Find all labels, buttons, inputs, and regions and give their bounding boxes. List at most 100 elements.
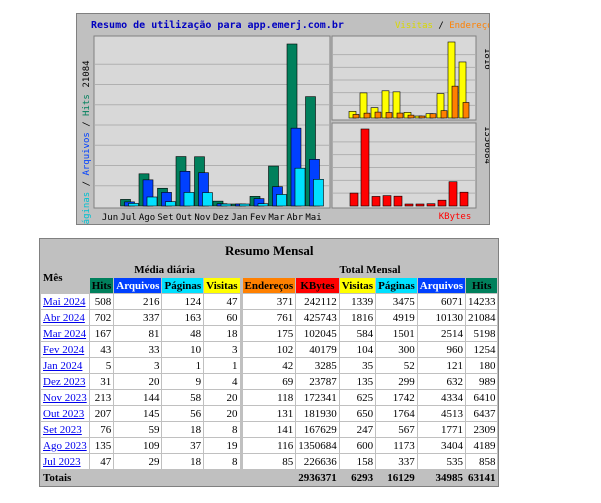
table-row: Nov 2023 213 144 58 20 118 172341 625 1742 4334 64… xyxy=(41,390,498,405)
y-axis-hits: Hits xyxy=(82,94,92,116)
column-gap xyxy=(240,310,242,325)
daily-pages-cell: 37 xyxy=(162,438,204,453)
header-total-kbytes: KBytes xyxy=(296,278,339,293)
total-files-cell: 2514 xyxy=(417,326,465,341)
addresses-bar xyxy=(440,110,448,119)
table-row: Mai 2024 508 216 124 47 371 242112 1339 3475 6071… xyxy=(41,294,498,309)
totals-label: Totais xyxy=(41,470,89,485)
column-gap xyxy=(240,294,242,309)
month-link[interactable]: Jul 2023 xyxy=(43,456,81,468)
month-link[interactable]: Mar 2024 xyxy=(43,328,86,340)
daily-files-cell: 109 xyxy=(114,438,162,453)
total-addresses-cell: 175 xyxy=(242,326,296,341)
month-link[interactable]: Mai 2024 xyxy=(43,296,85,308)
column-gap xyxy=(240,422,242,437)
header-daily-visits: Visitas xyxy=(204,278,240,293)
month-link[interactable]: Abr 2024 xyxy=(43,312,85,324)
addresses-bar xyxy=(352,114,360,119)
daily-files-cell: 33 xyxy=(114,342,162,357)
month-link[interactable]: Fev 2024 xyxy=(43,344,84,356)
pages-bar xyxy=(220,203,232,207)
monthly-summary-table: Resumo Mensal Mês Média diária Total Men… xyxy=(39,238,500,487)
month-link[interactable]: Dez 2023 xyxy=(43,376,85,388)
column-gap xyxy=(240,374,242,389)
addresses-bar xyxy=(429,113,437,119)
table-row: Mar 2024 167 81 48 18 175 102045 584 1501 2514 519… xyxy=(41,326,498,341)
month-link[interactable]: Out 2023 xyxy=(43,408,84,420)
month-link[interactable]: Set 2023 xyxy=(43,424,82,436)
header-daily-files: Arquivos xyxy=(114,278,162,293)
daily-visits-cell: 47 xyxy=(204,294,240,309)
month-link[interactable]: Jan 2024 xyxy=(43,360,82,372)
kbytes-bar xyxy=(393,195,403,207)
total-pages-cell: 52 xyxy=(376,358,417,373)
pages-bar xyxy=(183,192,195,207)
header-total-pages: Páginas xyxy=(376,278,417,293)
kbytes-bar xyxy=(426,203,436,207)
totals-addresses-blank xyxy=(242,470,296,485)
header-total-hits: Hits xyxy=(465,278,498,293)
total-addresses-cell: 102 xyxy=(242,342,296,357)
month-cell: Set 2023 xyxy=(41,422,89,437)
column-gap xyxy=(240,438,242,453)
addresses-bar xyxy=(396,112,404,119)
total-hits-cell: 180 xyxy=(465,358,498,373)
total-kbytes-cell: 1350684 xyxy=(296,438,339,453)
total-files-cell: 4334 xyxy=(417,390,465,405)
total-files-cell: 4513 xyxy=(417,406,465,421)
total-hits-cell: 4189 xyxy=(465,438,498,453)
table-row: Ago 2023 135 109 37 19 116 1350684 600 1173 3404 4… xyxy=(41,438,498,453)
daily-pages-cell: 58 xyxy=(162,390,204,405)
column-gap xyxy=(240,326,242,341)
total-hits-cell: 14233 xyxy=(465,294,498,309)
pages-bar xyxy=(128,203,139,207)
y-axis-title: Páginas / Arquivos / Hits xyxy=(82,94,92,224)
total-pages-cell: 1501 xyxy=(376,326,417,341)
daily-pages-cell: 10 xyxy=(162,342,204,357)
daily-visits-cell: 4 xyxy=(204,374,240,389)
total-pages-cell: 1764 xyxy=(376,406,417,421)
month-label: Dez xyxy=(213,213,229,223)
totals-hits: 63141 xyxy=(465,470,498,485)
month-label: Mai xyxy=(305,213,321,223)
daily-hits-cell: 43 xyxy=(89,342,114,357)
table-row: Abr 2024 702 337 163 60 761 425743 1816 4919 1013… xyxy=(41,310,498,325)
totals-kbytes: 2936371 xyxy=(296,470,339,485)
daily-visits-cell: 20 xyxy=(204,390,240,405)
usage-chart-svg: Resumo de utilização para app.emerj.com.… xyxy=(82,19,489,224)
header-total-addresses: Endereços xyxy=(242,278,296,293)
legend-visits: Visitas xyxy=(395,21,433,31)
header-daily-hits: Hits xyxy=(89,278,114,293)
total-visits-cell: 104 xyxy=(339,342,376,357)
total-visits-cell: 135 xyxy=(339,374,376,389)
month-link[interactable]: Nov 2023 xyxy=(43,392,87,404)
y-max-label: 21084 xyxy=(82,60,92,87)
legend-addresses: Endereços xyxy=(449,21,489,31)
column-gap xyxy=(240,358,242,373)
total-kbytes-cell: 102045 xyxy=(296,326,339,341)
total-addresses-cell: 85 xyxy=(242,454,296,469)
table-row: Jan 2024 5 3 1 1 42 3285 35 52 121 180 xyxy=(41,358,498,373)
daily-visits-cell: 8 xyxy=(204,422,240,437)
daily-files-cell: 145 xyxy=(114,406,162,421)
total-hits-cell: 2309 xyxy=(465,422,498,437)
total-files-cell: 6071 xyxy=(417,294,465,309)
total-hits-cell: 5198 xyxy=(465,326,498,341)
column-gap xyxy=(240,390,242,405)
month-label: Abr xyxy=(287,213,304,223)
total-addresses-cell: 69 xyxy=(242,374,296,389)
daily-files-cell: 59 xyxy=(114,422,162,437)
header-daily-average: Média diária xyxy=(89,262,240,277)
month-cell: Nov 2023 xyxy=(41,390,89,405)
daily-files-cell: 144 xyxy=(114,390,162,405)
addresses-bar xyxy=(385,112,393,119)
total-kbytes-cell: 172341 xyxy=(296,390,339,405)
total-kbytes-cell: 40179 xyxy=(296,342,339,357)
total-pages-cell: 1742 xyxy=(376,390,417,405)
daily-hits-cell: 167 xyxy=(89,326,114,341)
daily-hits-cell: 702 xyxy=(89,310,114,325)
total-kbytes-cell: 3285 xyxy=(296,358,339,373)
daily-pages-cell: 1 xyxy=(162,358,204,373)
month-link[interactable]: Ago 2023 xyxy=(43,440,87,452)
total-hits-cell: 21084 xyxy=(465,310,498,325)
